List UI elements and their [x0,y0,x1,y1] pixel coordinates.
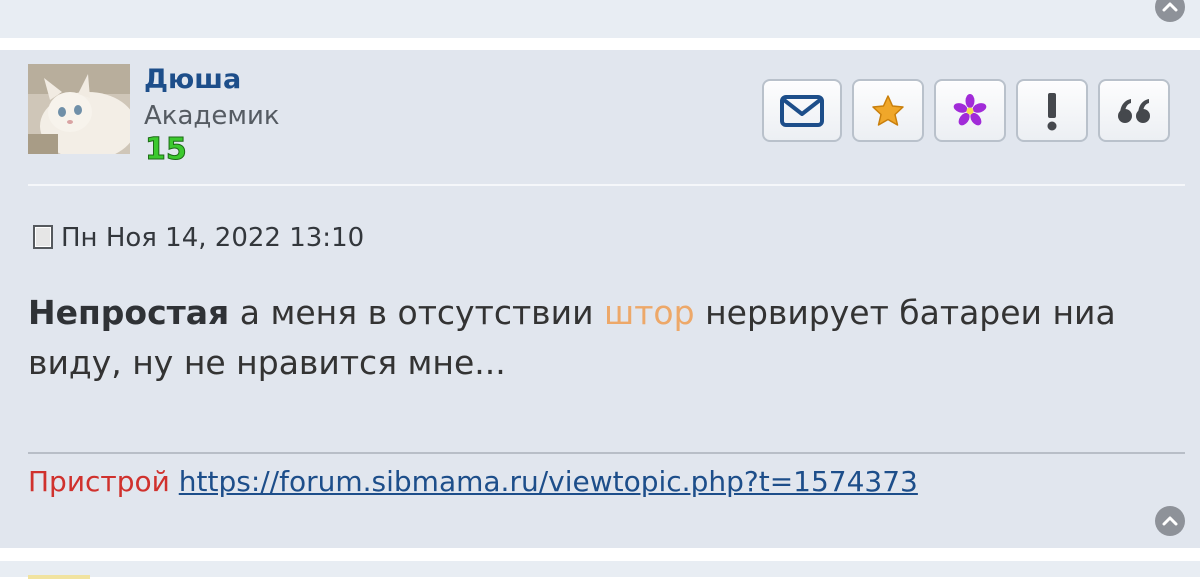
quote-button[interactable] [1098,79,1170,142]
post-actions [762,79,1170,142]
quote-icon [1118,98,1150,123]
favorite-button[interactable] [852,79,924,142]
avatar[interactable] [28,64,130,154]
chevron-up-icon [1162,516,1178,526]
back-to-top-button[interactable] [1155,506,1185,536]
post-body-lead: Непростая [28,293,230,332]
flower-icon [953,93,987,125]
report-button[interactable] [1016,79,1088,142]
flower-button[interactable] [934,79,1006,142]
next-post [0,561,1200,579]
signature: Пристрой https://forum.sibmama.ru/viewto… [28,465,918,498]
author-name[interactable]: Дюша [144,64,241,95]
cat-avatar-image [28,64,130,154]
previous-post [0,0,1200,38]
post-body-text-1: а меня в отсутствии [229,293,605,332]
send-message-button[interactable] [762,79,842,142]
post-body-highlight: штор [604,293,695,332]
author-reputation: 15 [145,132,188,168]
signature-label: Пристрой [28,465,170,498]
back-to-top-button[interactable] [1155,0,1185,22]
post-body: Непростая а меня в отсутствии штор нерви… [28,288,1168,388]
signature-link[interactable]: https://forum.sibmama.ru/viewtopic.php?t… [179,465,918,498]
header-divider [28,184,1185,186]
star-icon [872,94,904,126]
next-post-avatar [28,575,90,579]
author-rank: Академик [144,101,280,131]
forum-post: Дюша Академик 15 Пн Ноя 14, 2022 13:10 Н… [0,50,1200,548]
envelope-icon [780,94,824,127]
exclamation-icon [1047,92,1057,130]
post-timestamp: Пн Ноя 14, 2022 13:10 [61,223,365,253]
chevron-up-icon [1162,2,1178,12]
post-meta: Пн Ноя 14, 2022 13:10 [33,223,364,253]
post-page-icon[interactable] [33,225,55,251]
signature-divider [28,452,1185,454]
